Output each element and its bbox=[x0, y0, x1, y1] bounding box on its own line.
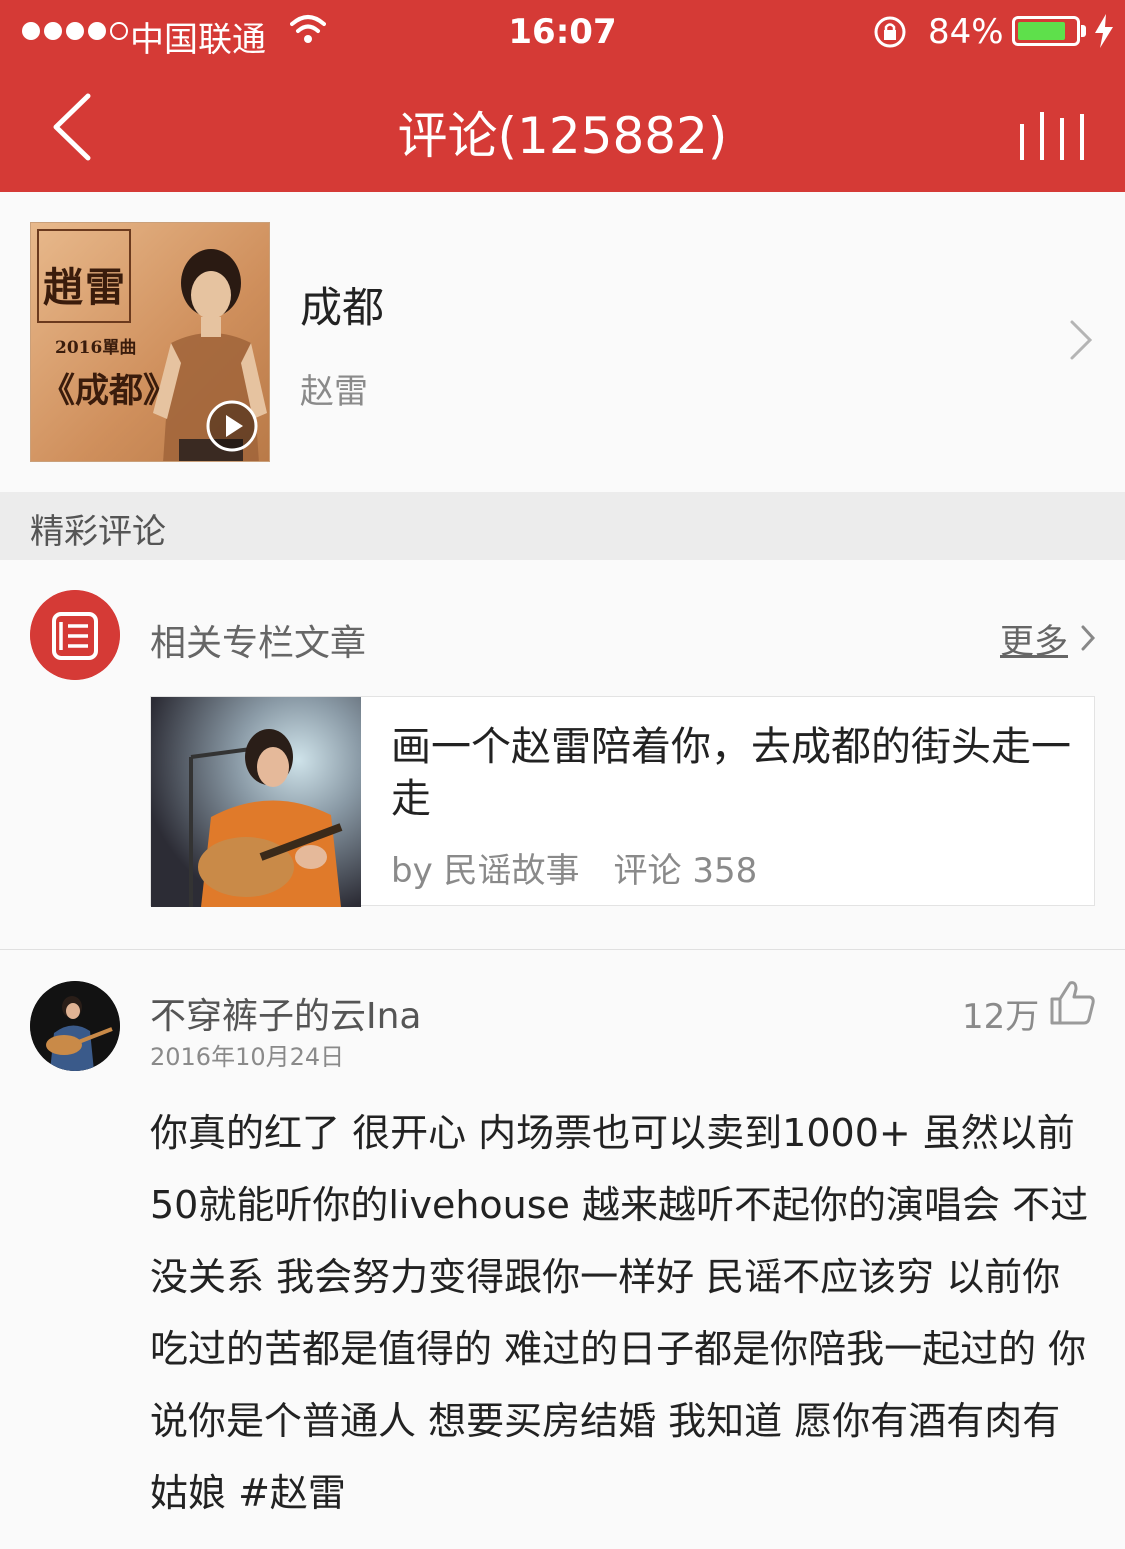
album-cover[interactable]: 趙雷 2016單曲 《成都》 bbox=[30, 222, 270, 462]
like-count: 12万 bbox=[962, 997, 1040, 1037]
article-icon bbox=[30, 590, 120, 680]
comment-username[interactable]: 不穿裤子的云Ina bbox=[150, 987, 422, 1039]
rotation-lock-icon bbox=[874, 16, 906, 48]
comment-date: 2016年10月24日 bbox=[150, 1043, 345, 1071]
article-author: by 民谣故事 bbox=[391, 851, 580, 891]
chevron-right-icon[interactable] bbox=[1080, 624, 1096, 652]
now-playing-icon[interactable] bbox=[1018, 110, 1088, 160]
section-header: 精彩评论 bbox=[0, 492, 1125, 560]
app-header: 中国联通 16:07 84% 评论(125882) bbox=[0, 0, 1125, 192]
comment-text: 你真的红了 很开心 内场票也可以卖到1000+ 虽然以前50就能听你的liveh… bbox=[150, 1111, 1089, 1515]
avatar-illustration bbox=[30, 981, 120, 1071]
section-title: 精彩评论 bbox=[30, 512, 166, 552]
song-info-row[interactable]: 趙雷 2016單曲 《成都》 成都 赵雷 bbox=[0, 192, 1125, 492]
battery-tip bbox=[1081, 25, 1086, 37]
cover-artist-text: 趙雷 bbox=[43, 264, 127, 311]
comment-item: 不穿裤子的云Ina 2016年10月24日 12万 你真的红了 很开心 内场票也… bbox=[0, 951, 1125, 1549]
related-label: 相关专栏文章 bbox=[150, 623, 367, 664]
article-meta: by 民谣故事 评论 358 bbox=[391, 843, 757, 892]
cover-year-text: 2016單曲 bbox=[55, 338, 137, 358]
avatar[interactable] bbox=[30, 981, 120, 1071]
page-title: 评论(125882) bbox=[397, 107, 728, 165]
article-comments: 评论 358 bbox=[613, 851, 758, 891]
more-link[interactable]: 更多 bbox=[1000, 614, 1068, 663]
charging-bolt-icon bbox=[1095, 14, 1113, 48]
status-bar: 中国联通 16:07 84% bbox=[0, 0, 1125, 64]
article-thumbnail bbox=[151, 697, 361, 907]
song-title: 成都 bbox=[300, 283, 385, 332]
chevron-right-icon[interactable] bbox=[1066, 318, 1096, 362]
battery-percent: 84% bbox=[928, 12, 1004, 52]
singer-photo-illustration bbox=[189, 729, 343, 907]
related-articles: 相关专栏文章 更多 画一个赵雷陪着你，去成都的街头走一走 by 民谣故事 评论 3… bbox=[0, 560, 1125, 950]
article-card[interactable]: 画一个赵雷陪着你，去成都的街头走一走 by 民谣故事 评论 358 bbox=[150, 696, 1095, 907]
thumbs-up-icon[interactable] bbox=[1048, 979, 1096, 1025]
article-title: 画一个赵雷陪着你，去成都的街头走一走 bbox=[391, 724, 1071, 822]
play-icon[interactable] bbox=[205, 399, 259, 453]
song-artist: 赵雷 bbox=[300, 372, 368, 412]
battery-icon bbox=[1012, 16, 1080, 46]
